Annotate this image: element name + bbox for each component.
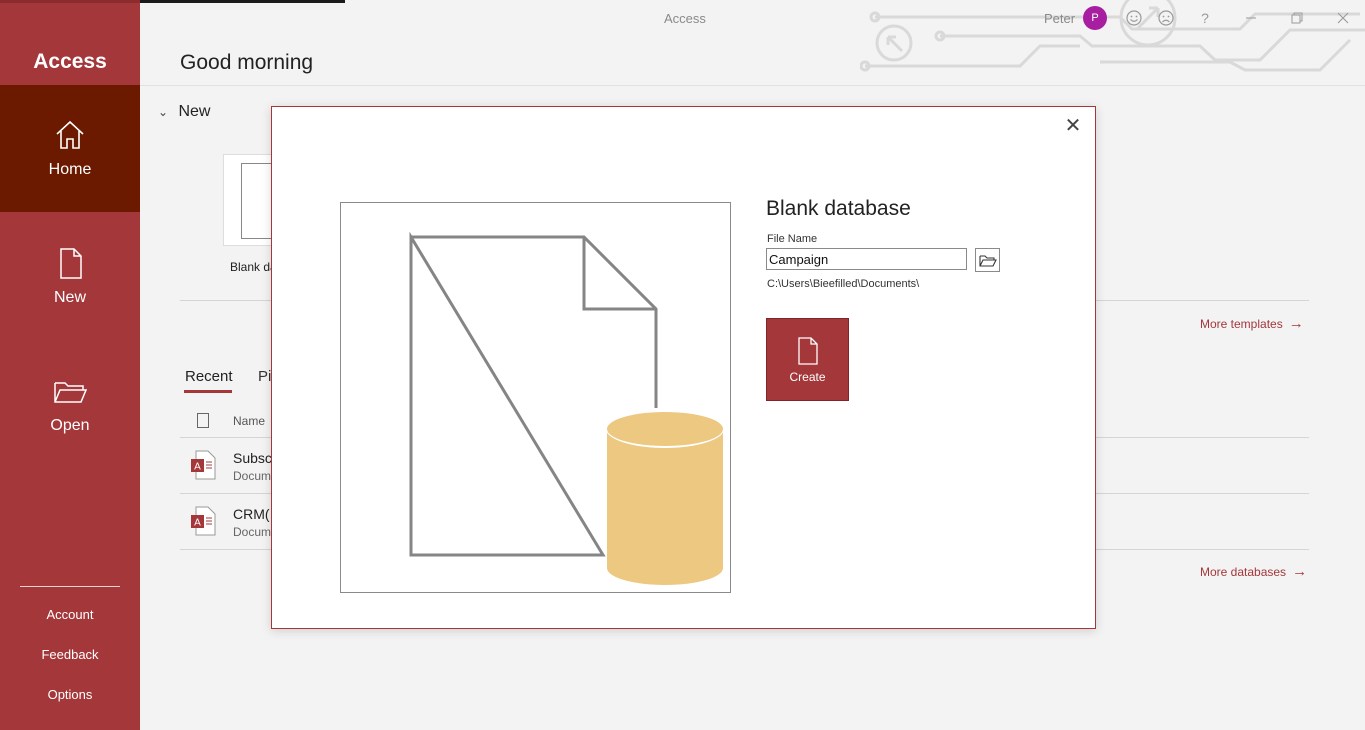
svg-text:A: A [194, 462, 201, 473]
sidebar-divider [20, 586, 120, 587]
new-section-label: New [178, 103, 211, 120]
new-document-icon [798, 337, 818, 365]
name-column-header[interactable]: Name [233, 414, 265, 428]
sidebar-item-label: Home [48, 161, 92, 178]
frown-icon[interactable] [1156, 8, 1176, 28]
restore-icon[interactable] [1287, 8, 1307, 28]
app-name: Access [33, 50, 107, 73]
title-bar: Access Peter P ? [140, 0, 1365, 72]
new-section-toggle[interactable]: ⌄ New [158, 103, 210, 121]
sidebar-item-home[interactable]: Home [0, 85, 140, 212]
arrow-right-icon: → [1288, 315, 1304, 332]
file-name-label: File Name [767, 233, 818, 245]
tab-recent[interactable]: Recent [185, 368, 233, 385]
chevron-down-icon: ⌄ [158, 105, 169, 119]
access-file-icon: A [191, 450, 216, 480]
recent-file-location: Docum [233, 469, 272, 483]
title-bar-top-line [140, 0, 345, 3]
blank-tile-caption: Blank da [230, 260, 277, 274]
more-templates-link[interactable]: More templates → [1200, 315, 1304, 332]
more-databases-label: More databases [1200, 565, 1287, 579]
user-name[interactable]: Peter [1044, 11, 1075, 26]
page-title: Good morning [180, 51, 314, 74]
sidebar-top-line [0, 0, 140, 3]
tab-underline [184, 390, 232, 393]
create-button-label: Create [789, 370, 826, 384]
tab-pinned[interactable]: Pi [258, 368, 271, 385]
avatar[interactable]: P [1083, 6, 1107, 30]
close-icon[interactable] [1333, 8, 1353, 28]
sidebar-link-feedback[interactable]: Feedback [0, 647, 140, 662]
sidebar-item-label: Open [50, 417, 90, 434]
close-icon[interactable]: ✕ [1062, 115, 1084, 137]
sidebar: Access Home New Open Account Feedback Op… [0, 0, 140, 730]
create-button[interactable]: Create [766, 318, 849, 401]
svg-text:A: A [194, 518, 201, 529]
browse-folder-button[interactable] [975, 248, 1000, 272]
file-type-icon [197, 413, 209, 428]
recent-file-location: Docum [233, 525, 272, 539]
blank-database-illustration [409, 231, 724, 585]
home-icon [56, 120, 84, 149]
window-title: Access [664, 11, 706, 26]
header-divider [140, 85, 1365, 86]
access-file-icon: A [191, 506, 216, 536]
arrow-right-icon: → [1292, 563, 1308, 580]
recent-file-name[interactable]: CRM( [233, 506, 270, 522]
folder-open-icon [54, 382, 88, 403]
more-templates-label: More templates [1200, 317, 1283, 331]
blank-database-dialog: ✕ Blank database File Name C:\Users\Biee… [271, 106, 1096, 629]
database-preview-image [340, 202, 731, 593]
dialog-title: Blank database [766, 197, 911, 220]
sidebar-link-account[interactable]: Account [0, 607, 140, 622]
sidebar-item-open[interactable]: Open [0, 341, 140, 468]
more-databases-link[interactable]: More databases → [1200, 563, 1307, 580]
sidebar-item-new[interactable]: New [0, 213, 140, 340]
help-icon[interactable]: ? [1195, 8, 1215, 28]
folder-open-icon [979, 255, 997, 267]
recent-file-name[interactable]: Subsc [233, 450, 272, 466]
save-path: C:\Users\Bieefilled\Documents\ [767, 278, 920, 290]
file-name-input[interactable] [766, 248, 967, 270]
smiley-icon[interactable] [1124, 8, 1144, 28]
sidebar-link-options[interactable]: Options [0, 687, 140, 702]
sidebar-item-label: New [53, 289, 86, 306]
minimize-icon[interactable] [1241, 8, 1261, 28]
new-document-icon [60, 248, 82, 279]
